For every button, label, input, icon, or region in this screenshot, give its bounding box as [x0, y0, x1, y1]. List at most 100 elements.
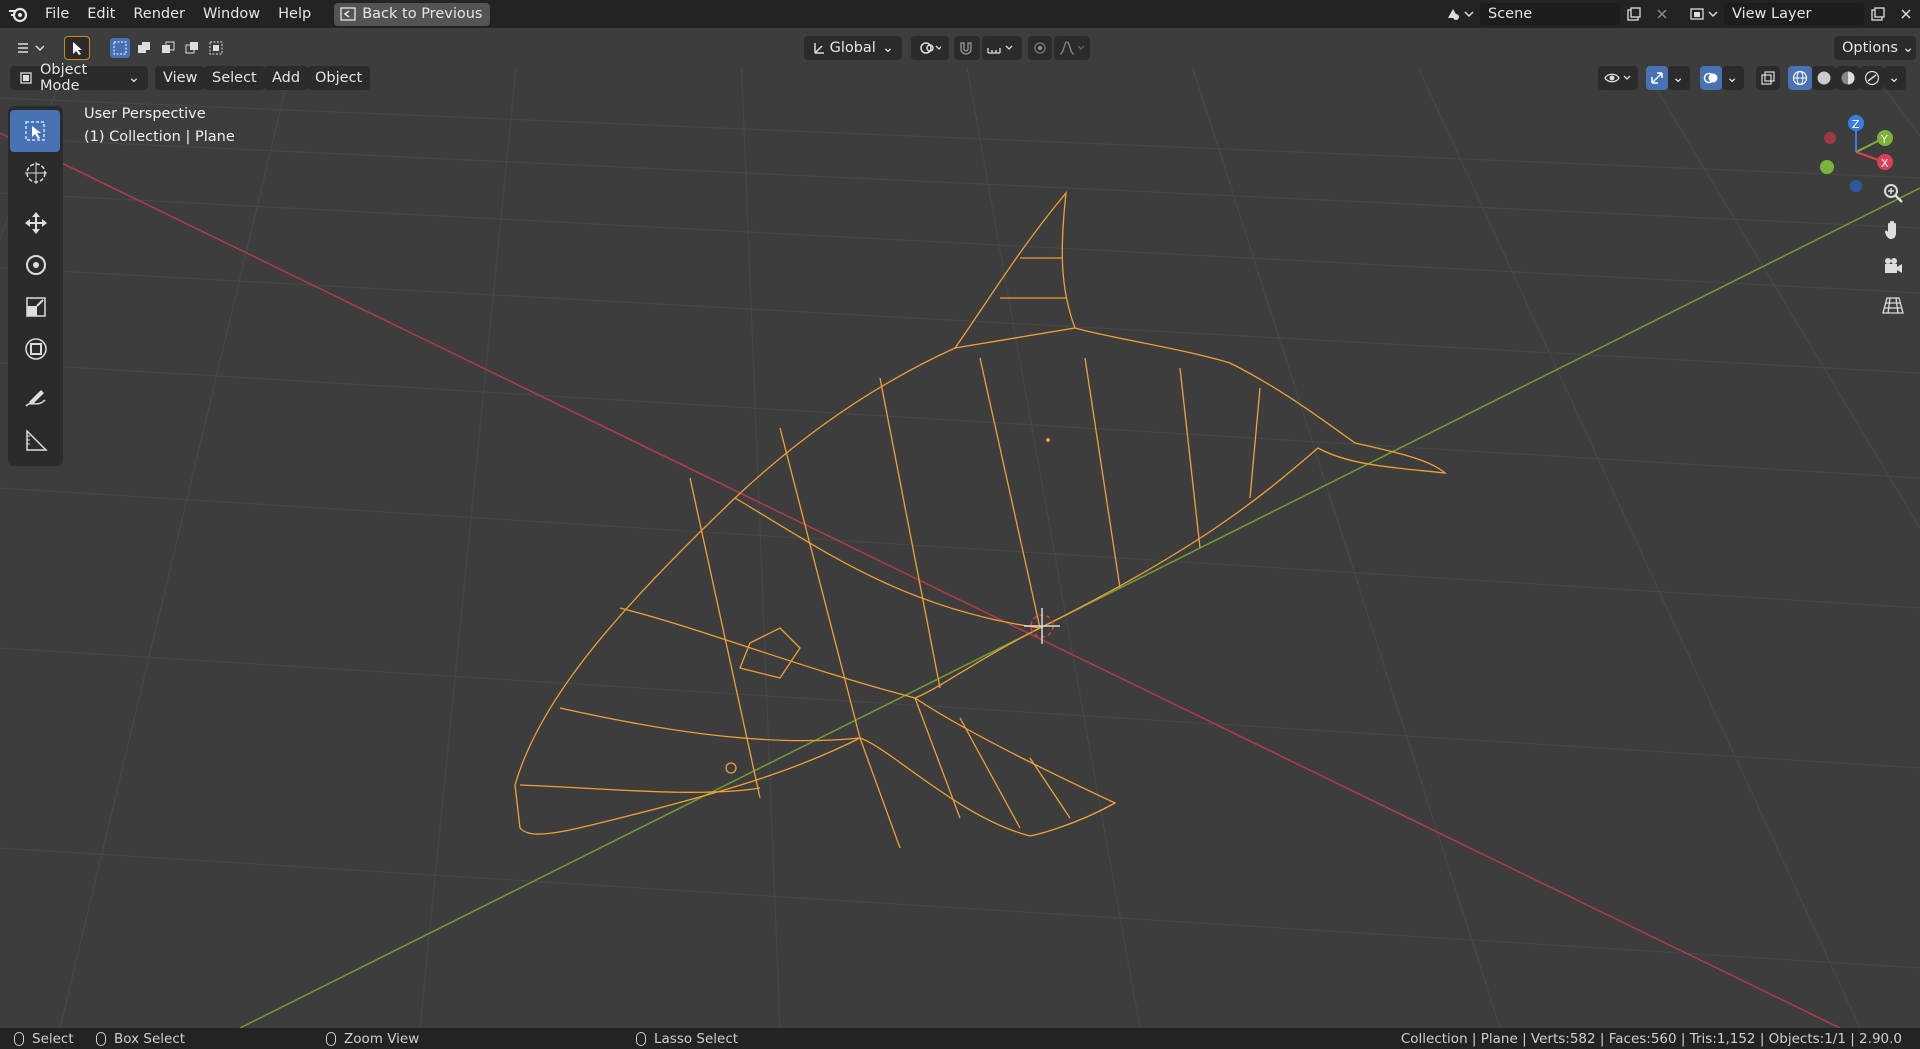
measure-icon — [25, 429, 48, 451]
back-icon — [340, 7, 356, 21]
mouse-drag-icon — [96, 1031, 106, 1046]
proportional-edit-toggle[interactable] — [1028, 36, 1052, 60]
options-label: Options — [1842, 40, 1898, 56]
annotate-icon — [24, 390, 46, 407]
svg-text:Z: Z — [1852, 118, 1860, 131]
shading-dropdown[interactable]: ⌄ — [1884, 66, 1906, 90]
blender-logo-icon[interactable] — [0, 0, 36, 28]
cursor-tool[interactable] — [8, 152, 63, 194]
wireframe-shading-button[interactable] — [1788, 66, 1812, 90]
camera-icon — [1885, 258, 1902, 273]
scale-icon — [25, 297, 46, 317]
gizmo-icon — [1651, 72, 1663, 84]
selection-mode-group — [110, 38, 226, 58]
toolbar-panel — [8, 106, 63, 466]
delete-scene-icon[interactable] — [1648, 3, 1676, 25]
status-box-select: Box Select — [96, 1031, 185, 1047]
menu-help[interactable]: Help — [269, 0, 320, 28]
scene-controls: Scene View Layer — [1440, 0, 1920, 28]
status-scene-stats: Collection | Plane | Verts:582 | Faces:5… — [1400, 1030, 1902, 1047]
new-scene-icon[interactable] — [1620, 3, 1648, 25]
zoom-view-button[interactable] — [1878, 178, 1908, 208]
new-view-layer-icon[interactable] — [1864, 3, 1892, 25]
xray-toggle[interactable] — [1756, 66, 1780, 90]
overlays-toggle[interactable] — [1700, 66, 1722, 90]
pan-view-button[interactable] — [1878, 215, 1908, 245]
back-label: Back to Previous — [362, 6, 483, 22]
delete-view-layer-icon[interactable] — [1892, 3, 1920, 25]
select-menu[interactable]: Select — [204, 66, 265, 90]
3d-viewport[interactable]: User Perspective (1) Collection | Plane — [0, 28, 1920, 1028]
scene-selector-icon[interactable] — [1440, 3, 1480, 25]
menu-render[interactable]: Render — [124, 0, 194, 28]
rotate-icon — [25, 255, 46, 275]
snap-toggle[interactable] — [954, 36, 980, 60]
cursor-icon — [24, 162, 47, 184]
top-bar: File Edit Render Window Help Back to Pre… — [0, 0, 1920, 28]
select-box-tool[interactable] — [10, 110, 60, 152]
chevron-down-icon: ⌄ — [1888, 70, 1901, 86]
perspective-toggle-button[interactable] — [1878, 290, 1908, 320]
svg-text:Y: Y — [1880, 133, 1888, 146]
falloff-curve-icon — [1059, 41, 1085, 55]
orientation-icon — [814, 43, 824, 54]
viewport-header: Object Mode ⌄ View Select Add Object ⌄ ⌄… — [0, 62, 1920, 94]
visibility-dropdown[interactable] — [1598, 66, 1638, 90]
overlays-icon — [1703, 72, 1718, 84]
rotate-tool[interactable] — [8, 244, 63, 286]
view-menu[interactable]: View — [155, 66, 206, 90]
dolphin-mesh — [514, 190, 1448, 849]
selection-mode-intersect-icon[interactable] — [206, 38, 226, 58]
proportional-edit-icon — [1034, 42, 1046, 54]
camera-view-button[interactable] — [1878, 252, 1908, 282]
rendered-shading-button[interactable] — [1860, 66, 1884, 90]
object-menu[interactable]: Object — [307, 66, 371, 90]
back-to-previous-button[interactable]: Back to Previous — [334, 2, 491, 26]
view-layer-selector-icon[interactable] — [1684, 3, 1724, 25]
move-tool[interactable] — [8, 202, 63, 244]
scale-tool[interactable] — [8, 286, 63, 328]
transform-orientation-value: Global — [829, 40, 876, 56]
view-layer-name-field[interactable]: View Layer — [1724, 3, 1864, 25]
menu-edit[interactable]: Edit — [78, 0, 124, 28]
editor-type-button[interactable] — [8, 36, 52, 60]
selection-mode-extend-icon[interactable] — [134, 38, 154, 58]
overlays-dropdown[interactable]: ⌄ — [1722, 66, 1744, 90]
measure-tool[interactable] — [8, 420, 63, 462]
object-mode-dropdown[interactable]: Object Mode ⌄ — [10, 62, 148, 94]
solid-shading-button[interactable] — [1812, 66, 1836, 90]
proportional-falloff-dropdown[interactable] — [1054, 36, 1090, 60]
chevron-down-icon: ⌄ — [1901, 40, 1915, 56]
transform-orientation-dropdown[interactable]: Global ⌄ — [804, 36, 902, 60]
add-menu[interactable]: Add — [264, 66, 309, 90]
transform-icon — [24, 338, 47, 360]
pivot-point-dropdown[interactable] — [911, 36, 949, 60]
select-box-icon — [25, 121, 45, 141]
pivot-icon — [920, 42, 941, 54]
selection-mode-new-icon[interactable] — [110, 38, 130, 58]
scene-name-field[interactable]: Scene — [1480, 3, 1620, 25]
menu-file[interactable]: File — [36, 0, 78, 28]
mouse-middle-icon — [326, 1031, 336, 1046]
snap-target-dropdown[interactable] — [982, 36, 1022, 60]
x-axis-line — [0, 132, 1841, 1028]
menu-window[interactable]: Window — [194, 0, 269, 28]
selection-mode-invert-icon[interactable] — [182, 38, 202, 58]
options-dropdown[interactable]: Options ⌄ — [1834, 36, 1916, 60]
gizmo-dropdown[interactable]: ⌄ — [1668, 66, 1690, 90]
rendered-sphere-icon — [1864, 70, 1880, 86]
annotate-tool[interactable] — [8, 378, 63, 420]
selection-mode-subtract-icon[interactable] — [158, 38, 178, 58]
view-perspective-label: User Perspective — [84, 106, 206, 122]
status-select: Select — [14, 1031, 74, 1047]
solid-sphere-icon — [1817, 71, 1831, 85]
active-tool-button[interactable] — [64, 36, 90, 60]
eye-icon — [1604, 73, 1631, 83]
wireframe-sphere-icon — [1792, 70, 1808, 86]
view-collection-label: (1) Collection | Plane — [84, 129, 235, 145]
material-shading-button[interactable] — [1836, 66, 1860, 90]
transform-tool[interactable] — [8, 328, 63, 370]
3d-cursor — [1024, 608, 1060, 644]
chevron-down-icon: ⌄ — [881, 40, 894, 56]
gizmo-toggle[interactable] — [1646, 66, 1668, 90]
